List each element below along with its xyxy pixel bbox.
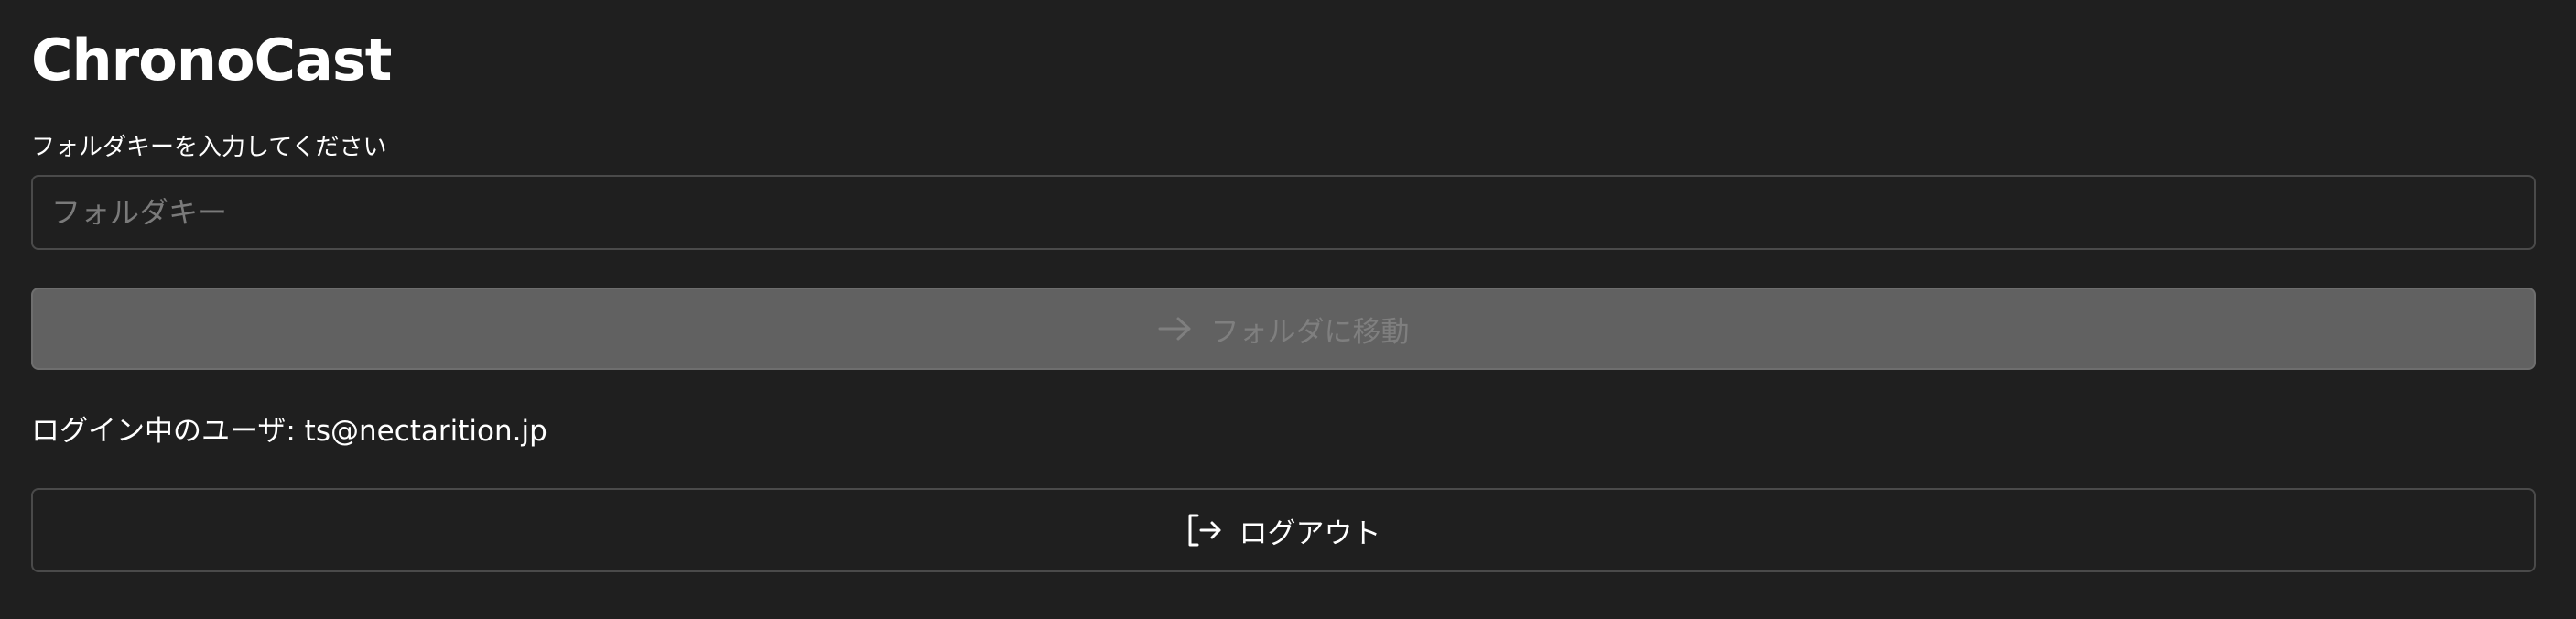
- logged-in-user-text: ログイン中のユーザ: ts@nectarition.jp: [31, 415, 547, 448]
- logout-label: ログアウト: [1239, 516, 1381, 550]
- arrow-right-icon: [1158, 316, 1211, 342]
- logout-button[interactable]: ログアウト: [31, 488, 2536, 572]
- go-to-folder-label: フォルダに移動: [1210, 315, 1410, 349]
- app-title: ChronoCast: [31, 27, 392, 93]
- logout-icon: [1186, 513, 1239, 548]
- go-to-folder-button[interactable]: フォルダに移動: [31, 288, 2536, 370]
- folder-key-input[interactable]: [31, 175, 2536, 250]
- folder-key-label: フォルダキーを入力してください: [31, 134, 387, 161]
